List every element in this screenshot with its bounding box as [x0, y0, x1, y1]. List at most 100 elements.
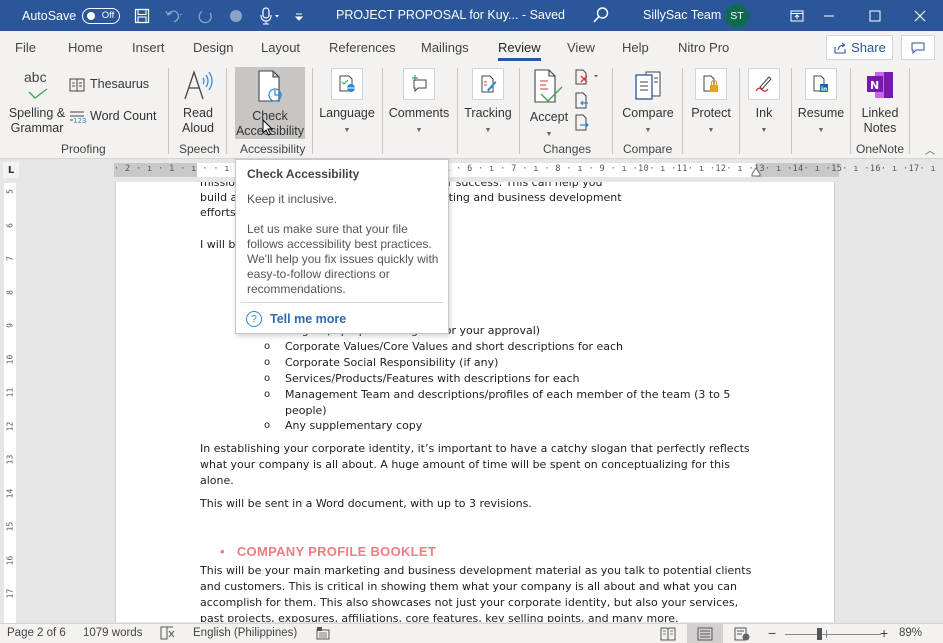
vertical-ruler-tick: 16	[5, 555, 15, 565]
paragraph: In establishing your corporate identity,…	[200, 442, 750, 487]
page-indicator[interactable]: Page 2 of 6	[7, 627, 66, 639]
spelling-grammar-button[interactable]: abc Spelling & Grammar	[6, 68, 68, 136]
tab-references[interactable]: References	[329, 40, 395, 55]
tab-design[interactable]: Design	[193, 40, 233, 55]
read-aloud-button[interactable]: Read Aloud	[177, 68, 219, 136]
linked-notes-button[interactable]: N Linked Notes	[857, 68, 903, 136]
toggle-knob	[87, 11, 96, 20]
print-layout-icon	[697, 627, 713, 641]
search-icon[interactable]	[592, 6, 610, 27]
maximize-icon[interactable]	[852, 0, 898, 31]
separator	[791, 68, 792, 154]
section-heading: • COMPANY PROFILE BOOKLET	[220, 544, 437, 559]
horizontal-ruler[interactable]: · 2 · ı · 1 · ı · · ı · 1 · ı · 2 · ı · …	[114, 163, 943, 177]
close-icon[interactable]	[897, 0, 943, 31]
read-mode-button[interactable]	[650, 624, 686, 643]
vertical-ruler-tick: 13	[5, 454, 15, 465]
record-icon[interactable]	[228, 6, 244, 26]
tab-layout[interactable]: Layout	[261, 40, 300, 55]
tab-view[interactable]: View	[567, 40, 595, 55]
tab-review[interactable]: Review	[498, 40, 541, 61]
dictate-icon[interactable]	[258, 6, 280, 26]
save-icon[interactable]	[134, 6, 150, 26]
spelling-label-1: Spelling &	[8, 106, 66, 120]
avatar[interactable]: ST	[725, 4, 749, 28]
collapse-ribbon-icon[interactable]: ︿	[925, 142, 935, 157]
reject-button[interactable]	[574, 69, 600, 88]
check-accessibility-button[interactable]: Check Accessibility	[235, 67, 305, 139]
compare-group-label: Compare	[623, 142, 673, 156]
zoom-out-button[interactable]: −	[768, 625, 776, 641]
separator	[226, 68, 227, 154]
separator	[382, 68, 383, 154]
undo-icon[interactable]	[164, 6, 184, 26]
vertical-ruler-tick: 17	[5, 588, 15, 599]
check-accessibility-tooltip: Check Accessibility Keep it inclusive. L…	[235, 159, 449, 334]
comments-pane-button[interactable]	[901, 35, 935, 60]
word-count-button[interactable]: 123 Word Count	[69, 109, 156, 124]
protect-button[interactable]: Protect ▼	[688, 68, 734, 138]
accept-button[interactable]: Accept ▼	[527, 68, 571, 142]
accept-caret-icon: ▼	[545, 131, 553, 138]
print-layout-button[interactable]	[687, 624, 723, 643]
resume-button[interactable]: in Resume ▼	[797, 68, 845, 138]
zoom-level[interactable]: 89%	[899, 627, 922, 639]
tracking-button[interactable]: Tracking ▼	[463, 68, 513, 138]
word-count[interactable]: 1079 words	[83, 627, 142, 639]
proofing-status-icon[interactable]	[160, 626, 176, 643]
customize-toolbar-icon[interactable]	[294, 6, 304, 26]
next-change-button[interactable]	[574, 114, 590, 135]
separator	[312, 68, 313, 154]
right-indent-marker-icon[interactable]	[751, 167, 761, 177]
vertical-ruler-tick: 7	[5, 256, 15, 261]
language-button[interactable]: Language ▼	[318, 68, 376, 138]
tab-nitro-pro[interactable]: Nitro Pro	[678, 40, 729, 55]
minimize-icon[interactable]	[806, 0, 852, 31]
comments-button[interactable]: Comments ▼	[388, 68, 450, 138]
tab-insert[interactable]: Insert	[132, 40, 165, 55]
ink-button[interactable]: Ink ▼	[746, 68, 782, 138]
zoom-slider[interactable]	[785, 634, 881, 635]
reject-icon	[575, 69, 598, 85]
tab-home[interactable]: Home	[68, 40, 103, 55]
separator	[612, 68, 613, 154]
share-button[interactable]: Share	[826, 35, 893, 60]
previous-change-button[interactable]	[574, 92, 590, 113]
linked-notes-label-1: Linked	[861, 106, 899, 120]
tab-file[interactable]: File	[15, 40, 36, 55]
protect-icon	[695, 68, 727, 100]
language-indicator[interactable]: English (Philippines)	[193, 627, 297, 639]
mouse-cursor-icon	[262, 119, 274, 136]
help-icon: ?	[246, 311, 262, 327]
vertical-ruler[interactable]: 56789101112131415161718	[4, 183, 16, 632]
tell-me-more-link[interactable]: ? Tell me more	[246, 311, 346, 327]
compare-label: Compare	[622, 106, 674, 120]
web-layout-button[interactable]	[724, 624, 760, 643]
compare-icon	[635, 71, 661, 100]
tab-selector[interactable]: L	[3, 162, 19, 178]
redo-icon[interactable]	[198, 6, 214, 26]
zoom-slider-thumb[interactable]	[817, 628, 822, 640]
zoom-in-button[interactable]: +	[880, 625, 888, 641]
autosave-toggle[interactable]: Off	[82, 7, 121, 24]
thesaurus-button[interactable]: Thesaurus	[69, 77, 149, 92]
read-aloud-icon	[184, 69, 213, 100]
tooltip-body: Let us make sure that your file follows …	[247, 222, 439, 296]
tab-help[interactable]: Help	[622, 40, 649, 55]
accept-label: Accept	[529, 110, 569, 124]
document-title: PROJECT PROPOSAL for Kuy... - Saved	[336, 8, 566, 22]
accessibility-status-icon[interactable]	[316, 626, 330, 643]
compare-button[interactable]: Compare ▼	[620, 68, 676, 138]
svg-text:123: 123	[73, 117, 86, 124]
ribbon: abc Spelling & Grammar Thesaurus 123 Wor…	[0, 64, 943, 159]
horizontal-ruler-area: L · 2 · ı · 1 · ı · · ı · 1 · ı · 2 · ı …	[0, 159, 943, 181]
read-mode-icon	[660, 627, 676, 641]
share-label: Share	[851, 40, 886, 55]
word-count-label: Word Count	[90, 109, 157, 123]
tooltip-divider	[241, 302, 443, 303]
comments-caret-icon: ▼	[415, 127, 423, 134]
resume-icon: in	[805, 68, 837, 100]
tab-mailings[interactable]: Mailings	[421, 40, 469, 55]
document-page[interactable]: mission statement provides your roadmap …	[115, 182, 835, 622]
account-name[interactable]: SillySac Team	[643, 8, 721, 22]
